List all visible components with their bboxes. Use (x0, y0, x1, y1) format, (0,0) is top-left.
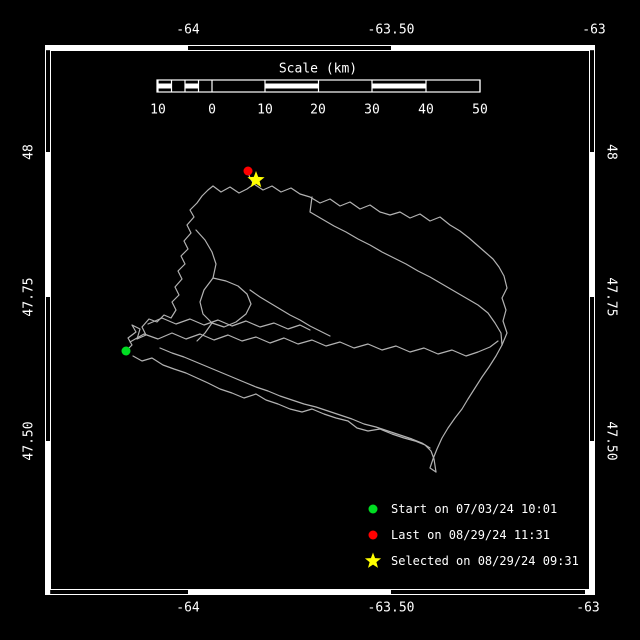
scale-bar-tick-label: 0 (208, 102, 216, 118)
scale-bar-fill-segment (158, 83, 172, 89)
x-axis-tick-label-top: -64 (176, 22, 200, 38)
y-axis-tick-label-right: 48 (603, 144, 619, 160)
legend-label-selected: Selected on 08/29/24 09:31 (391, 554, 579, 568)
track-polyline (249, 289, 331, 337)
scale-bar-tick-label: 40 (418, 102, 434, 118)
y-axis-tick-label-left: 48 (21, 144, 37, 160)
frame-zebra-top (391, 46, 595, 51)
scale-bar-tick-label: 50 (472, 102, 488, 118)
x-axis-tick-label-bottom: -64 (176, 600, 200, 616)
frame-zebra-right (589, 441, 594, 595)
track-polyline (212, 183, 508, 346)
scale-bar-fill-segment (185, 83, 199, 89)
frame-zebra-bottom (188, 589, 391, 594)
y-axis-tick-label-left: 47.50 (21, 421, 37, 461)
scale-bar-tick-label: 10 (150, 102, 166, 118)
scale-bar-fill-segment (265, 83, 319, 89)
plot-canvas (45, 45, 595, 595)
scale-bar-fill-segment (372, 83, 426, 89)
x-axis-tick-label-bottom: -63.50 (367, 600, 415, 616)
y-axis-tick-label-right: 47.50 (603, 421, 619, 461)
track-polyline (125, 185, 214, 352)
scale-bar-tick-label: 20 (310, 102, 326, 118)
y-axis-tick-label-left: 47.75 (21, 277, 37, 317)
track-polyline (132, 355, 437, 473)
scale-bar-tick-label: 10 (257, 102, 273, 118)
track-polyline (195, 229, 217, 279)
frame-zebra-left (46, 152, 51, 297)
track-polyline (129, 332, 499, 357)
x-axis-tick-label-top: -63.50 (367, 22, 415, 38)
scale-bar-tick-label: 30 (364, 102, 380, 118)
legend-label-start: Start on 07/03/24 10:01 (391, 502, 558, 516)
legend-marker-last (368, 530, 378, 540)
frame-zebra-right (589, 152, 594, 297)
legend-marker-start (368, 504, 378, 514)
track-polyline (199, 277, 252, 328)
track-polyline (147, 317, 311, 331)
frame-zebra-top (45, 46, 188, 51)
start-marker (121, 346, 131, 356)
track-polyline (429, 344, 503, 473)
frame-zebra-left (46, 441, 51, 595)
track-polyline (309, 196, 503, 346)
legend-label-last: Last on 08/29/24 11:31 (391, 528, 550, 542)
last-marker (243, 166, 253, 176)
legend-marker-selected (364, 552, 382, 568)
scale-bar-title: Scale (km) (278, 61, 358, 77)
x-axis-tick-label-bottom: -63 (576, 600, 600, 616)
track-map-figure: -64 -63.50 -63 -64 -63.50 -63 48 47.75 4… (0, 0, 640, 640)
y-axis-tick-label-right: 47.75 (603, 277, 619, 317)
x-axis-tick-label-top: -63 (582, 22, 606, 38)
